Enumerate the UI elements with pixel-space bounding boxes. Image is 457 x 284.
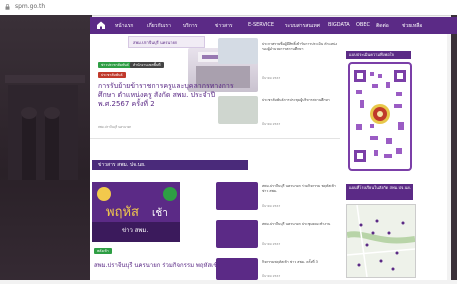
news-thumb-5[interactable] <box>216 258 258 280</box>
nav-item-info[interactable]: ระบบสารสนเทศ <box>285 22 320 30</box>
banner-sub-text: ข่าว สพม. <box>122 227 148 234</box>
category-tag-pr[interactable]: ประชาสัมพันธ์ <box>98 72 126 78</box>
url-text: spm.go.th <box>15 3 46 10</box>
map-section-title: แผนที่โรงเรียนในสังกัด สพม.ปจ.นย. <box>346 184 413 200</box>
nav-item-help[interactable]: ช่วยเหลือ <box>402 22 422 30</box>
news-title-4[interactable]: สพม.ปราจีนบุรี นครนายก ประชุมคณะทำงาน <box>262 222 340 227</box>
home-icon[interactable] <box>96 20 106 30</box>
news-title-1[interactable]: ประกาศรายชื่อผู้มีสิทธิ์เข้ารับการประเมิ… <box>262 42 340 52</box>
news-meta-4: มีนาคม 2567 <box>262 242 281 246</box>
nav-item-contact[interactable]: ติดต่อ <box>376 22 389 30</box>
school-map[interactable] <box>346 204 416 278</box>
banner-text: สพม.ปราจีนบุรี นครนายก <box>133 40 178 45</box>
news-thumb-3[interactable] <box>216 182 258 210</box>
qr-code-image <box>354 70 406 162</box>
main-navigation: หน้าแรก เกี่ยวกับเรา บริการ ข่าวสาร E-SE… <box>90 17 457 34</box>
page-background <box>0 15 92 280</box>
qr-code-card[interactable] <box>348 62 412 171</box>
section-title-bar: ข่าวสาร สพม. ปจ.นย. <box>92 160 248 170</box>
page-background-right <box>451 15 457 280</box>
banner-title-text-2: เช้า <box>152 207 168 219</box>
nav-item-services[interactable]: บริการ <box>183 22 197 30</box>
main-content: สพม.ปราจีนบุรี นครนายก ข่าวประชาสัมพันธ์… <box>90 34 447 280</box>
qr-section-title: แบบประเมินความพึงพอใจ <box>346 51 411 59</box>
news-thumb-1[interactable] <box>218 38 258 64</box>
news-meta-1: มีนาคม 2567 <box>262 76 281 80</box>
news-meta-5: มีนาคม 2567 <box>262 274 281 278</box>
news-title-3[interactable]: สพม.ปราจีนบุรี นครนายก ร่วมกิจกรรม พฤหัส… <box>262 184 340 194</box>
lock-icon <box>5 4 10 10</box>
news-meta-2: มีนาคม 2567 <box>262 122 281 126</box>
news-meta-3: มีนาคม 2567 <box>262 204 281 208</box>
browser-url-bar[interactable]: spm.go.th <box>0 0 457 16</box>
top-headline-meta: สพม.ปราจีนบุรี นครนายก <box>98 125 132 129</box>
banner-strip: สพม.ปราจีนบุรี นครนายก <box>128 36 205 48</box>
category-tag[interactable]: ข่าวประชาสัมพันธ์ <box>98 62 132 68</box>
nav-item-obec[interactable]: OBEC <box>356 22 370 28</box>
building-photo <box>5 75 85 180</box>
phuhat-banner-image: พฤหัส เช้า ข่าว สพม. <box>92 182 180 242</box>
news-title-2[interactable]: ประชาสัมพันธ์การประชุมผู้บริหารสถานศึกษา <box>262 98 340 103</box>
news-thumbnail-bottom[interactable]: พฤหัส เช้า ข่าว สพม. <box>92 182 180 242</box>
nav-item-news[interactable]: ข่าวสาร <box>215 22 233 30</box>
category-tag-morning[interactable]: พลังเช้า <box>94 248 112 254</box>
map-image <box>346 204 416 278</box>
nav-item-bigdata[interactable]: BIGDATA <box>328 22 350 28</box>
news-thumb-2[interactable] <box>218 96 258 124</box>
section-divider <box>90 138 340 139</box>
nav-item-home[interactable]: หน้าแรก <box>115 22 133 30</box>
nav-item-about[interactable]: เกี่ยวกับเรา <box>147 22 171 30</box>
news-title-5[interactable]: กิจกรรมพฤหัสเช้า ข่าว สพม. ครั้งที่ 3 <box>262 260 340 265</box>
news-thumb-4[interactable] <box>216 220 258 248</box>
nav-item-eservice[interactable]: E-SERVICE <box>248 22 274 28</box>
banner-title-text: พฤหัส <box>106 205 139 220</box>
category-tag-office[interactable]: สำนักงานเขตพื้นที่ <box>130 62 164 68</box>
